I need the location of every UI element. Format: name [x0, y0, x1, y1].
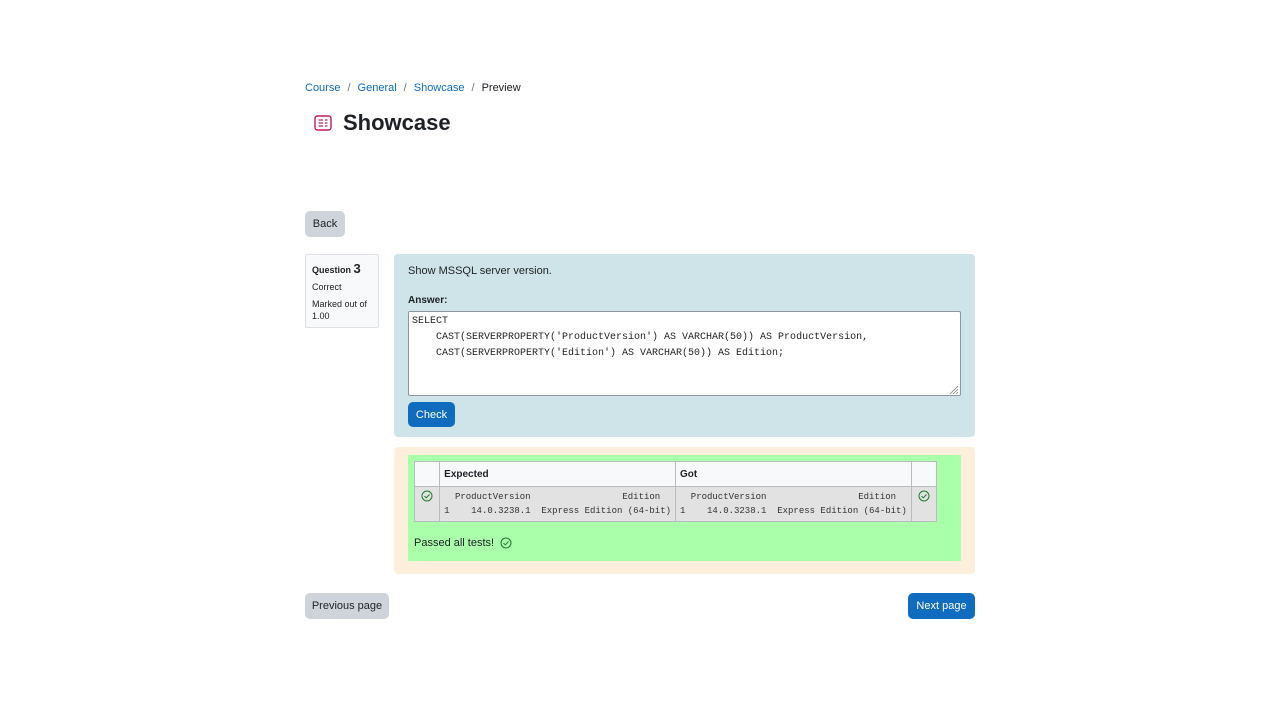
check-circle-icon — [500, 537, 512, 549]
outcome-panel: Expected Got ProductVersion Edition 1 14… — [394, 447, 975, 574]
breadcrumb: Course / General / Showcase / Preview — [305, 82, 521, 94]
answer-label: Answer: — [408, 295, 448, 306]
question-number-value: 3 — [353, 261, 361, 276]
page-title: Showcase — [343, 110, 451, 135]
question-number: Question 3 — [312, 260, 372, 278]
next-page-button[interactable]: Next page — [908, 593, 975, 619]
question-info: Question 3 Correct Marked out of 1.00 — [305, 254, 379, 328]
question-grade: Marked out of 1.00 — [312, 298, 368, 322]
check-circle-icon — [421, 490, 433, 502]
breadcrumb-showcase[interactable]: Showcase — [414, 82, 465, 94]
check-button[interactable]: Check — [408, 402, 455, 427]
row-status-cell-2 — [910, 486, 938, 522]
breadcrumb-separator: / — [471, 82, 475, 94]
question-state: Correct — [312, 282, 342, 293]
question-label: Question — [312, 265, 352, 275]
quiz-icon — [313, 113, 333, 133]
question-text: Show MSSQL server version. — [408, 265, 552, 277]
breadcrumb-preview: Preview — [481, 82, 521, 94]
breadcrumb-separator: / — [347, 82, 351, 94]
pass-summary-text: Passed all tests! — [414, 537, 495, 549]
check-circle-icon — [918, 490, 930, 502]
breadcrumb-course[interactable]: Course — [305, 82, 340, 94]
pass-summary: Passed all tests! — [414, 537, 512, 549]
question-formulation: Show MSSQL server version. Answer: SELEC… — [394, 254, 975, 437]
back-button[interactable]: Back — [305, 211, 345, 237]
answer-code: SELECT CAST(SERVERPROPERTY('ProductVersi… — [412, 316, 869, 359]
test-feedback: Expected Got ProductVersion Edition 1 14… — [408, 455, 961, 561]
results-header-row: Expected Got — [413, 461, 938, 487]
breadcrumb-general[interactable]: General — [358, 82, 397, 94]
header-status — [413, 461, 441, 487]
row-status-cell — [413, 486, 441, 522]
expected-cell: ProductVersion Edition 1 14.0.3238.1 Exp… — [439, 486, 676, 522]
previous-page-button[interactable]: Previous page — [305, 593, 389, 619]
header-expected: Expected — [439, 461, 676, 487]
got-cell: ProductVersion Edition 1 14.0.3238.1 Exp… — [675, 486, 912, 522]
page-header: Showcase — [313, 110, 451, 136]
results-table: Expected Got ProductVersion Edition 1 14… — [413, 461, 938, 522]
header-got: Got — [675, 461, 912, 487]
breadcrumb-separator: / — [403, 82, 407, 94]
table-row: ProductVersion Edition 1 14.0.3238.1 Exp… — [413, 486, 938, 522]
resize-handle-icon[interactable] — [949, 385, 959, 395]
header-status-2 — [910, 461, 938, 487]
answer-textarea[interactable]: SELECT CAST(SERVERPROPERTY('ProductVersi… — [408, 311, 961, 396]
